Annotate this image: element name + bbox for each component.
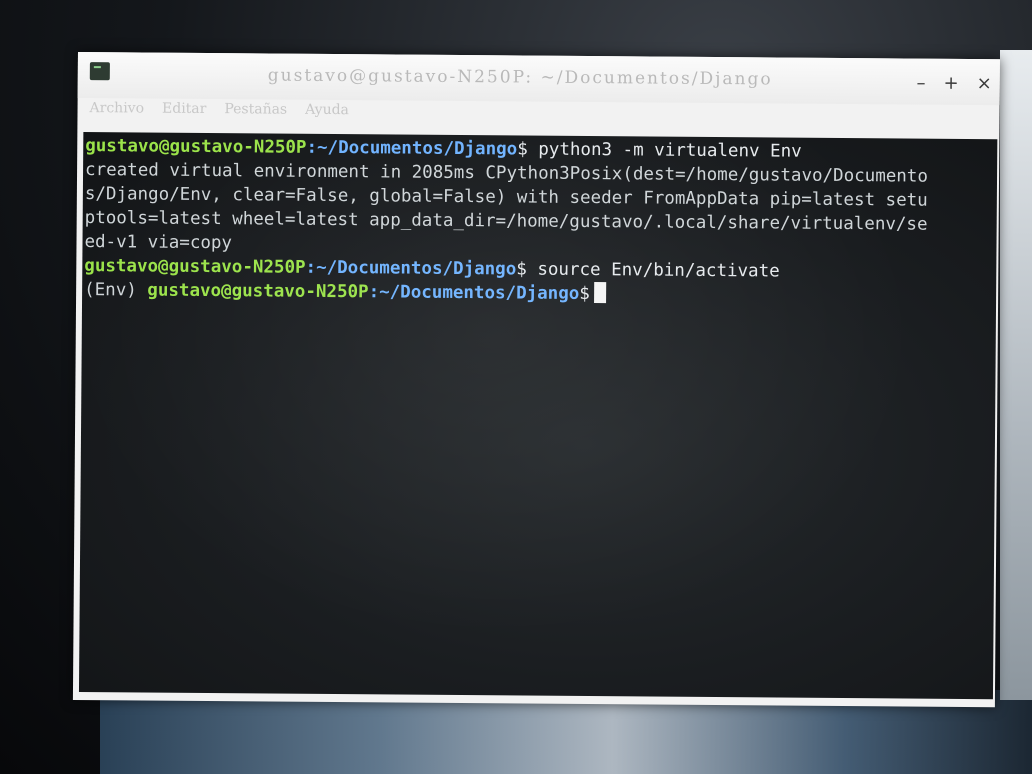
text-cursor — [593, 282, 606, 304]
terminal-output[interactable]: gustavo@gustavo-N250P:~/Documentos/Djang… — [78, 132, 998, 700]
prompt-path: :~/Documentos/Django — [305, 257, 517, 280]
prompt-symbol: $ — [579, 283, 590, 305]
maximize-button[interactable]: + — [944, 73, 959, 94]
minimize-button[interactable]: – — [917, 73, 926, 94]
venv-prefix: (Env) — [84, 280, 148, 301]
menu-editar[interactable]: Editar — [162, 101, 206, 117]
screen-edge — [1000, 50, 1032, 700]
title-bar[interactable]: gustavo@gustavo-N250P: ~/Documentos/Djan… — [77, 52, 1000, 118]
prompt-symbol: $ — [517, 139, 528, 160]
terminal-icon — [89, 62, 110, 81]
command-text: python3 -m virtualenv Env — [527, 139, 802, 162]
menu-ayuda[interactable]: Ayuda — [305, 102, 349, 118]
command-text: source Env/bin/activate — [526, 259, 780, 282]
menu-bar: Archivo Editar Pestañas Ayuda — [89, 100, 348, 118]
terminal-window: gustavo@gustavo-N250P: ~/Documentos/Djan… — [72, 52, 1000, 708]
prompt-user: gustavo@gustavo-N250P — [147, 280, 369, 303]
menu-pestanas[interactable]: Pestañas — [224, 101, 287, 117]
window-title: gustavo@gustavo-N250P: ~/Documentos/Djan… — [267, 65, 773, 90]
menu-archivo[interactable]: Archivo — [89, 100, 144, 116]
photo-background: gustavo@gustavo-N250P: ~/Documentos/Djan… — [0, 0, 1032, 774]
prompt-symbol: $ — [516, 259, 527, 280]
close-button[interactable]: × — [977, 73, 992, 94]
prompt-path: :~/Documentos/Django — [368, 282, 580, 304]
prompt-user: gustavo@gustavo-N250P — [84, 256, 306, 278]
prompt-path: :~/Documentos/Django — [306, 137, 518, 160]
window-controls: – + × — [917, 73, 992, 95]
prompt-user: gustavo@gustavo-N250P — [85, 136, 307, 158]
